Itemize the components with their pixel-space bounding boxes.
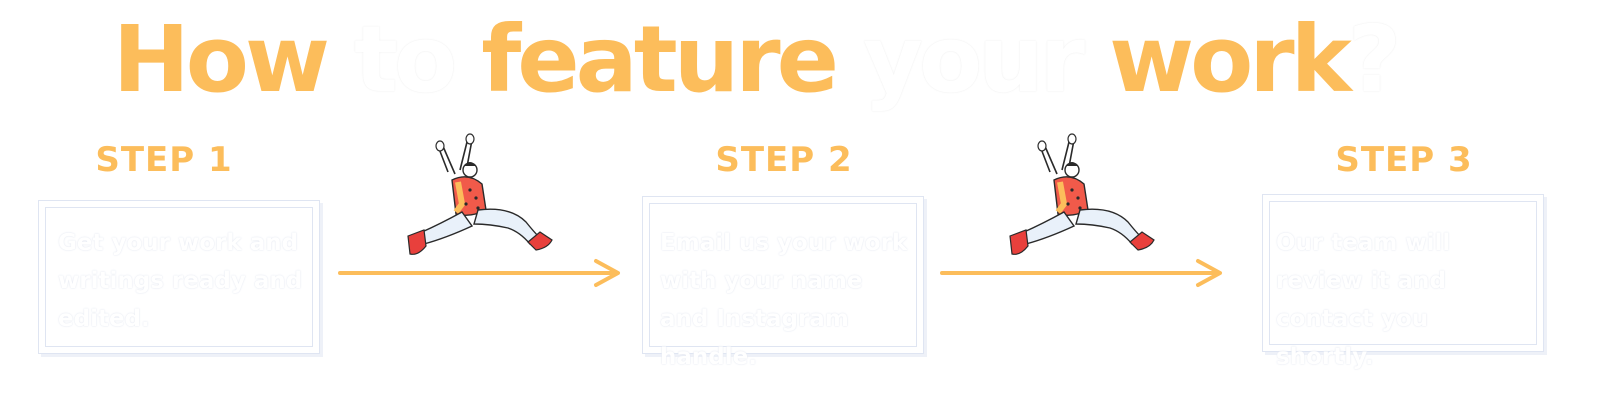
step-3-heading: STEP 3 (1335, 140, 1473, 180)
title-question-mark: ? (1347, 6, 1401, 113)
title-word-to: to (354, 6, 457, 113)
right-arrow-icon-1 (338, 259, 620, 287)
step-2-text: Email us your work with your name and In… (660, 230, 908, 370)
right-arrow-icon-2 (940, 259, 1222, 287)
title-word-work: work (1109, 6, 1352, 113)
title-word-how: How (112, 6, 330, 113)
title-word-feature: feature (481, 6, 839, 113)
title-word-your: your (863, 6, 1085, 113)
page-title: How to feature your work? (0, 0, 1510, 120)
step-2-heading: STEP 2 (715, 140, 853, 180)
step-1-heading: STEP 1 (95, 140, 233, 180)
runner-illustration-2 (1009, 133, 1155, 255)
step-3-text: Our team will review it and contact you … (1276, 230, 1451, 370)
runner-illustration-1 (407, 133, 553, 255)
step-1-text: Get your work and writings ready and edi… (58, 230, 303, 332)
